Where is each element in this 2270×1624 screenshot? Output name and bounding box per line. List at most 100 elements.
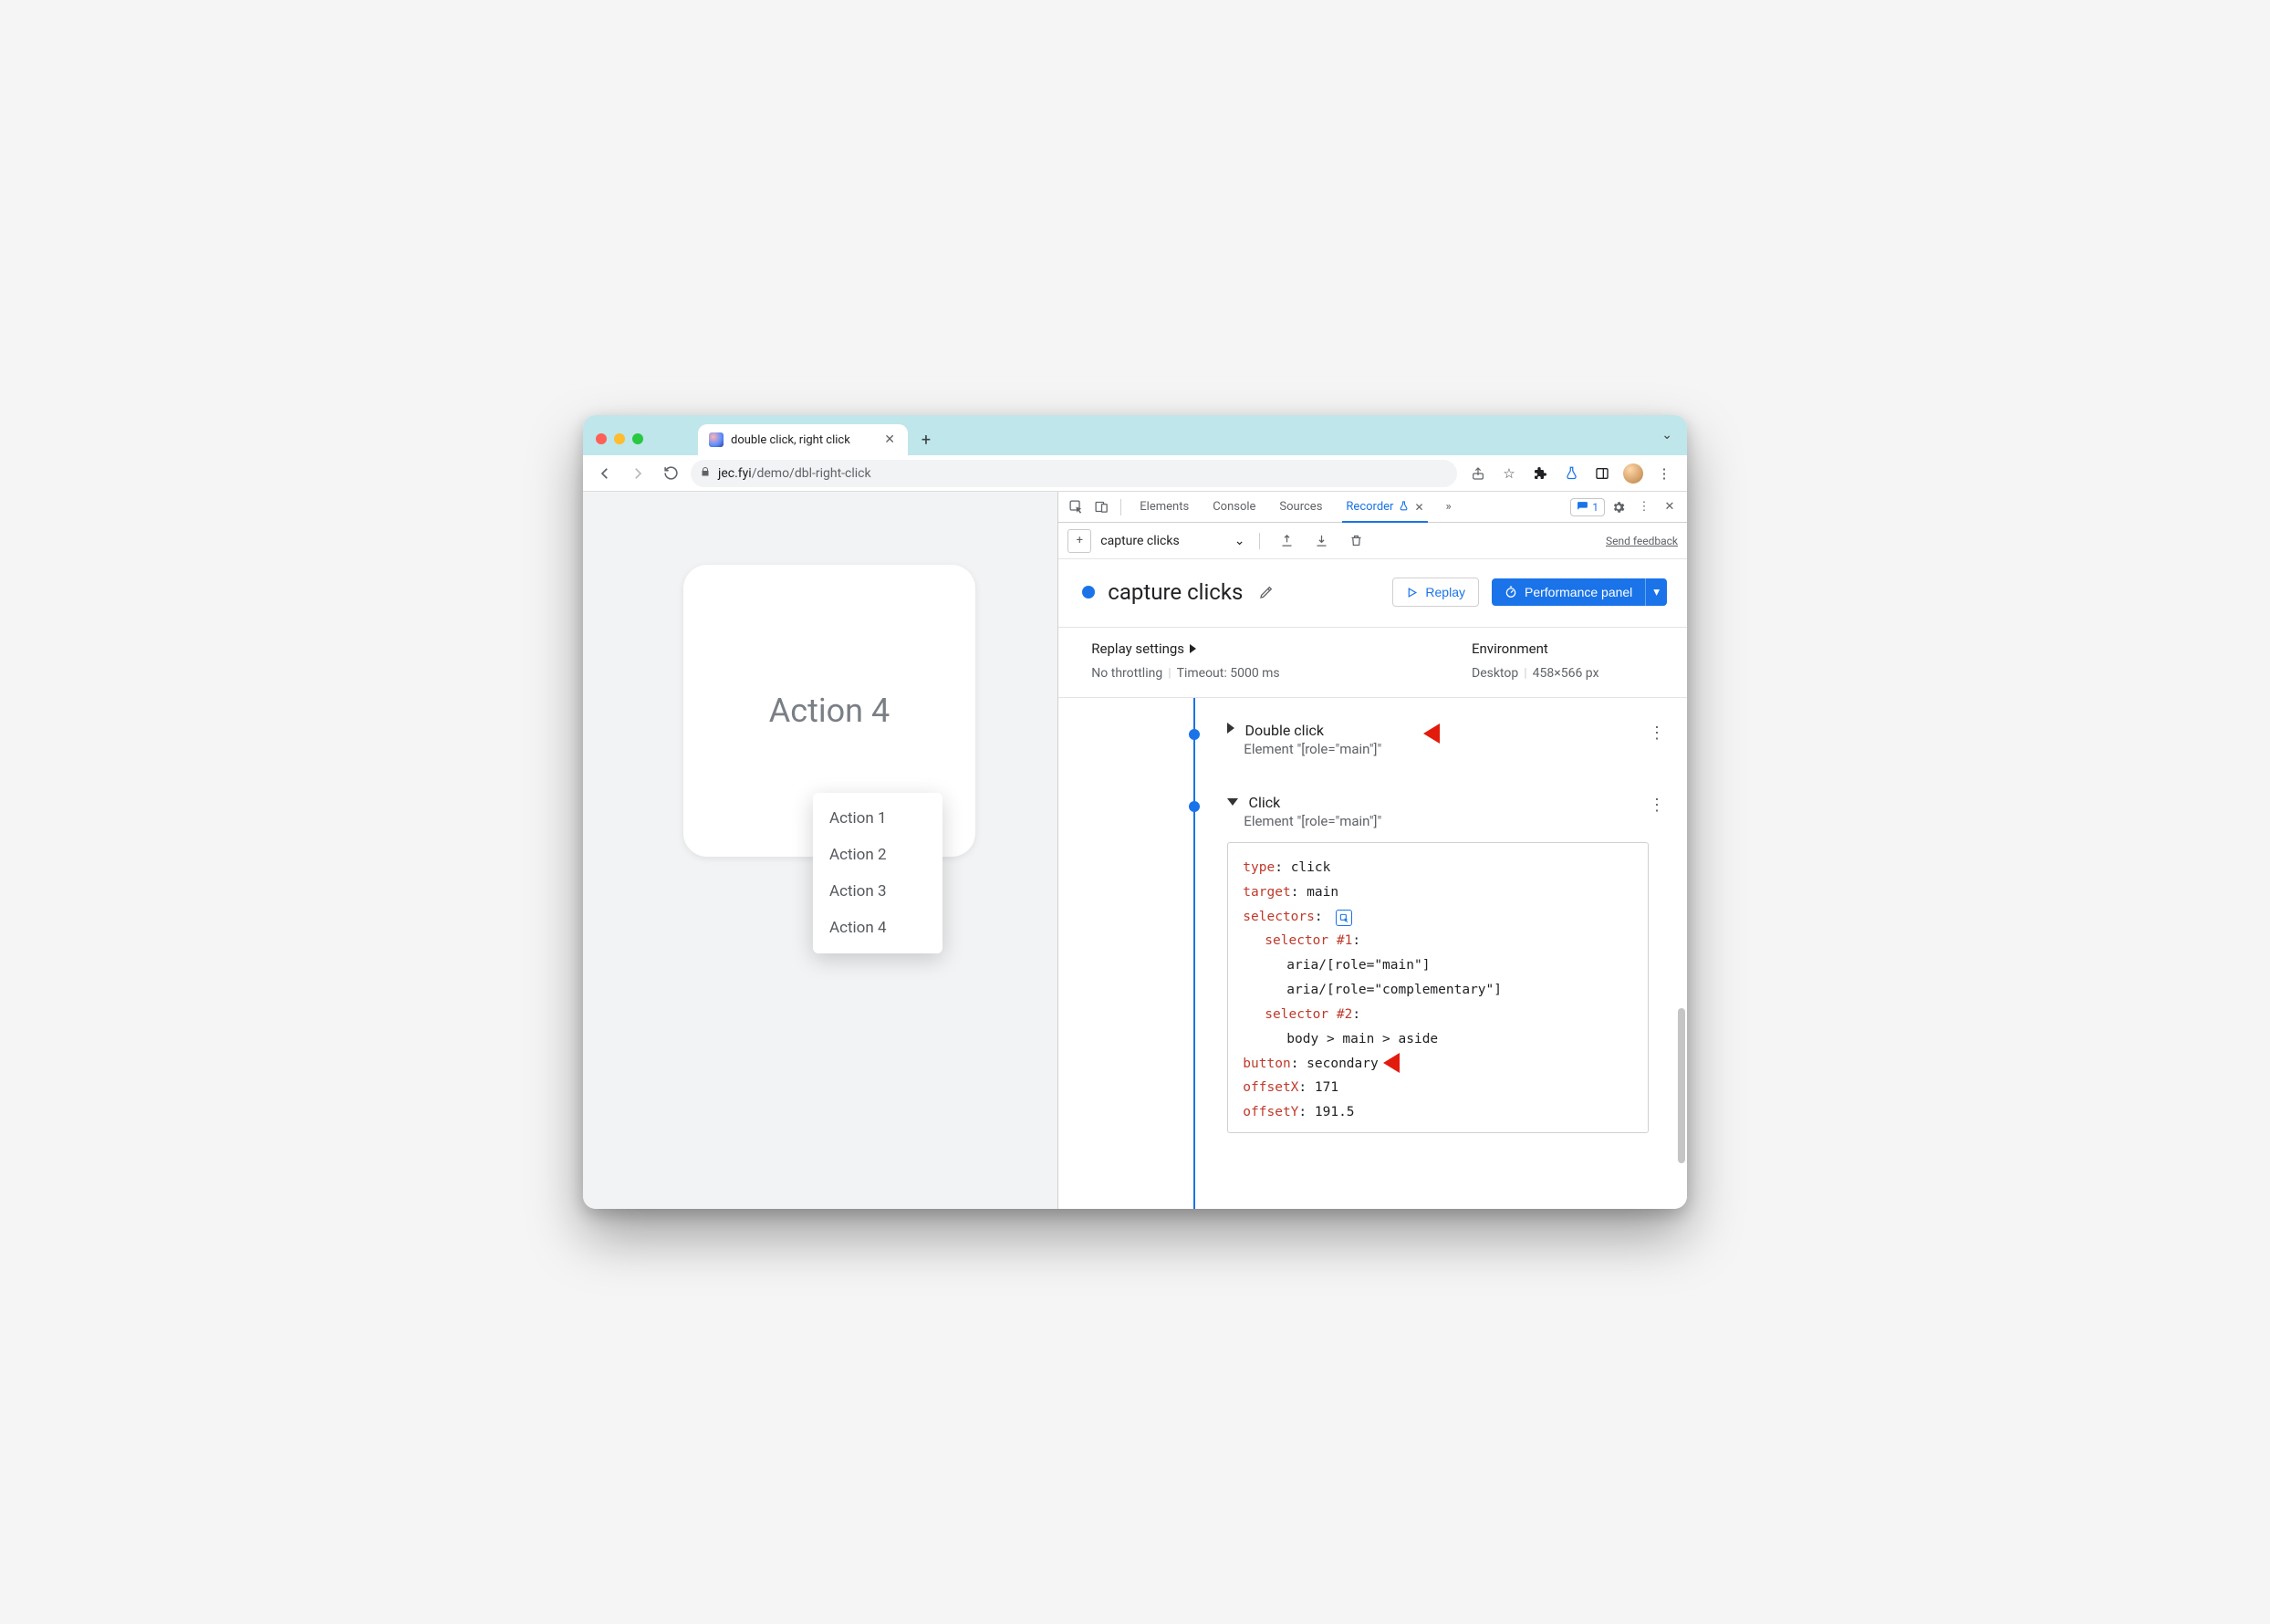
- detail-value-target[interactable]: main: [1307, 885, 1338, 900]
- side-panel-button[interactable]: [1592, 463, 1612, 484]
- detail-value-offsetx[interactable]: 171: [1315, 1080, 1338, 1095]
- replay-button-label: Replay: [1425, 585, 1465, 599]
- selector-picker-button[interactable]: [1336, 910, 1352, 926]
- devtools-settings-button[interactable]: [1607, 495, 1630, 519]
- card-title: Action 4: [769, 692, 890, 730]
- recorder-step[interactable]: ⋮ Click Element "[role="main"]" type: cl…: [1058, 783, 1687, 1144]
- toolbar-actions: ☆ ⋮: [1464, 463, 1678, 484]
- environment-label: Environment: [1472, 640, 1663, 657]
- step-menu-button[interactable]: ⋮: [1649, 724, 1665, 743]
- detail-key-button: button: [1243, 1057, 1290, 1071]
- page-viewport: Action 4 Action 1 Action 2 Action 3 Acti…: [583, 492, 1057, 1209]
- menu-item[interactable]: Action 1: [813, 800, 942, 837]
- performance-panel-button[interactable]: Performance panel: [1492, 578, 1645, 606]
- minimize-window-button[interactable]: [614, 433, 625, 444]
- edit-title-button[interactable]: [1255, 581, 1277, 603]
- menu-item[interactable]: Action 4: [813, 910, 942, 946]
- favicon-icon: [709, 432, 724, 447]
- detail-selector1-value-b[interactable]: aria/[role="complementary"]: [1286, 983, 1502, 997]
- step-node-icon: [1189, 801, 1200, 812]
- import-button[interactable]: [1309, 529, 1333, 553]
- content-area: Action 4 Action 1 Action 2 Action 3 Acti…: [583, 492, 1687, 1209]
- devtools-panel: Elements Console Sources Recorder ✕ » 1: [1057, 492, 1687, 1209]
- share-button[interactable]: [1468, 463, 1488, 484]
- devtools-close-button[interactable]: ✕: [1658, 495, 1682, 519]
- window-controls: [596, 433, 643, 444]
- close-window-button[interactable]: [596, 433, 607, 444]
- scrollbar-thumb[interactable]: [1678, 1008, 1685, 1163]
- tab-close-button[interactable]: ✕: [880, 432, 899, 447]
- extensions-button[interactable]: [1530, 463, 1550, 484]
- environment-summary: Desktop|458×566 px: [1472, 666, 1663, 681]
- step-title: Click: [1249, 794, 1281, 811]
- devtools-tabstrip: Elements Console Sources Recorder ✕ » 1: [1058, 492, 1687, 523]
- menu-item[interactable]: Action 2: [813, 837, 942, 873]
- tab-recorder[interactable]: Recorder ✕: [1335, 492, 1434, 523]
- tab-strip: double click, right click ✕ + ⌄: [583, 415, 1687, 455]
- caret-right-icon: [1190, 644, 1196, 653]
- recorder-step[interactable]: ⋮ Double click Element "[role="main"]": [1058, 711, 1687, 768]
- detail-value-type[interactable]: click: [1291, 860, 1331, 875]
- browser-toolbar: jec.fyi/demo/dbl-right-click ☆ ⋮: [583, 455, 1687, 492]
- issues-button[interactable]: 1: [1570, 498, 1605, 516]
- zoom-window-button[interactable]: [632, 433, 643, 444]
- step-subtitle: Element "[role="main"]": [1244, 813, 1660, 829]
- replay-button[interactable]: Replay: [1392, 578, 1479, 607]
- detail-selector1-value-a[interactable]: aria/[role="main"]: [1286, 958, 1430, 973]
- browser-window: double click, right click ✕ + ⌄ jec.fyi/…: [583, 415, 1687, 1209]
- chevron-down-icon: ⌄: [1234, 534, 1245, 548]
- experiment-flask-icon: [1399, 501, 1409, 514]
- tab-recorder-label: Recorder: [1346, 500, 1393, 514]
- steps-list: ⋮ Double click Element "[role="main"]" ⋮: [1058, 698, 1687, 1209]
- new-recording-button[interactable]: +: [1067, 529, 1091, 553]
- tab-title: double click, right click: [731, 433, 850, 447]
- step-title: Double click: [1245, 722, 1324, 739]
- replay-settings-toggle[interactable]: Replay settings: [1091, 640, 1472, 657]
- address-bar[interactable]: jec.fyi/demo/dbl-right-click: [691, 460, 1457, 487]
- export-button[interactable]: [1275, 529, 1298, 553]
- recording-selector[interactable]: capture clicks ⌄: [1100, 534, 1244, 548]
- flask-extension-icon[interactable]: [1561, 463, 1581, 484]
- inspect-element-button[interactable]: [1064, 495, 1088, 519]
- detail-key-selectors: selectors: [1243, 910, 1315, 924]
- browser-tab[interactable]: double click, right click ✕: [698, 424, 908, 455]
- menu-item[interactable]: Action 3: [813, 873, 942, 910]
- tab-sources[interactable]: Sources: [1268, 492, 1333, 523]
- performance-panel-label: Performance panel: [1525, 585, 1632, 599]
- recording-header: capture clicks Replay Performance panel …: [1058, 559, 1687, 628]
- performance-panel-dropdown[interactable]: ▾: [1645, 578, 1667, 606]
- delete-button[interactable]: [1344, 529, 1368, 553]
- tab-elements[interactable]: Elements: [1129, 492, 1200, 523]
- replay-settings-label: Replay settings: [1091, 640, 1184, 657]
- profile-avatar[interactable]: [1623, 463, 1643, 484]
- url-text: jec.fyi/demo/dbl-right-click: [718, 466, 871, 481]
- recorder-toolbar: + capture clicks ⌄ Sen: [1058, 523, 1687, 559]
- recording-selector-label: capture clicks: [1100, 534, 1179, 548]
- send-feedback-link[interactable]: Send feedback: [1606, 535, 1678, 547]
- more-tabs-button[interactable]: »: [1437, 495, 1461, 519]
- back-button[interactable]: [592, 461, 618, 486]
- reload-button[interactable]: [658, 461, 683, 486]
- device-toolbar-button[interactable]: [1089, 495, 1113, 519]
- detail-selector1-label: selector #1: [1265, 933, 1352, 948]
- issues-count: 1: [1592, 501, 1598, 514]
- tab-close-icon[interactable]: ✕: [1414, 501, 1423, 514]
- forward-button[interactable]: [625, 461, 651, 486]
- new-tab-button[interactable]: +: [913, 427, 939, 453]
- tab-console[interactable]: Console: [1202, 492, 1266, 523]
- recording-status-dot-icon: [1082, 586, 1095, 599]
- browser-menu-button[interactable]: ⋮: [1654, 463, 1674, 484]
- caret-right-icon: [1227, 723, 1234, 734]
- step-node-icon: [1189, 729, 1200, 740]
- caret-down-icon: [1227, 798, 1238, 806]
- detail-value-button[interactable]: secondary: [1307, 1057, 1379, 1071]
- step-details: type: click target: main selectors: sele…: [1227, 842, 1649, 1133]
- detail-selector2-value-a[interactable]: body > main > aside: [1286, 1032, 1438, 1046]
- detail-value-offsety[interactable]: 191.5: [1315, 1105, 1355, 1119]
- settings-row: Replay settings No throttling|Timeout: 5…: [1058, 628, 1687, 698]
- bookmark-button[interactable]: ☆: [1499, 463, 1519, 484]
- devtools-menu-button[interactable]: ⋮: [1632, 495, 1656, 519]
- step-menu-button[interactable]: ⋮: [1649, 796, 1665, 815]
- tabs-overflow-button[interactable]: ⌄: [1661, 428, 1672, 442]
- recording-title: capture clicks: [1108, 579, 1243, 605]
